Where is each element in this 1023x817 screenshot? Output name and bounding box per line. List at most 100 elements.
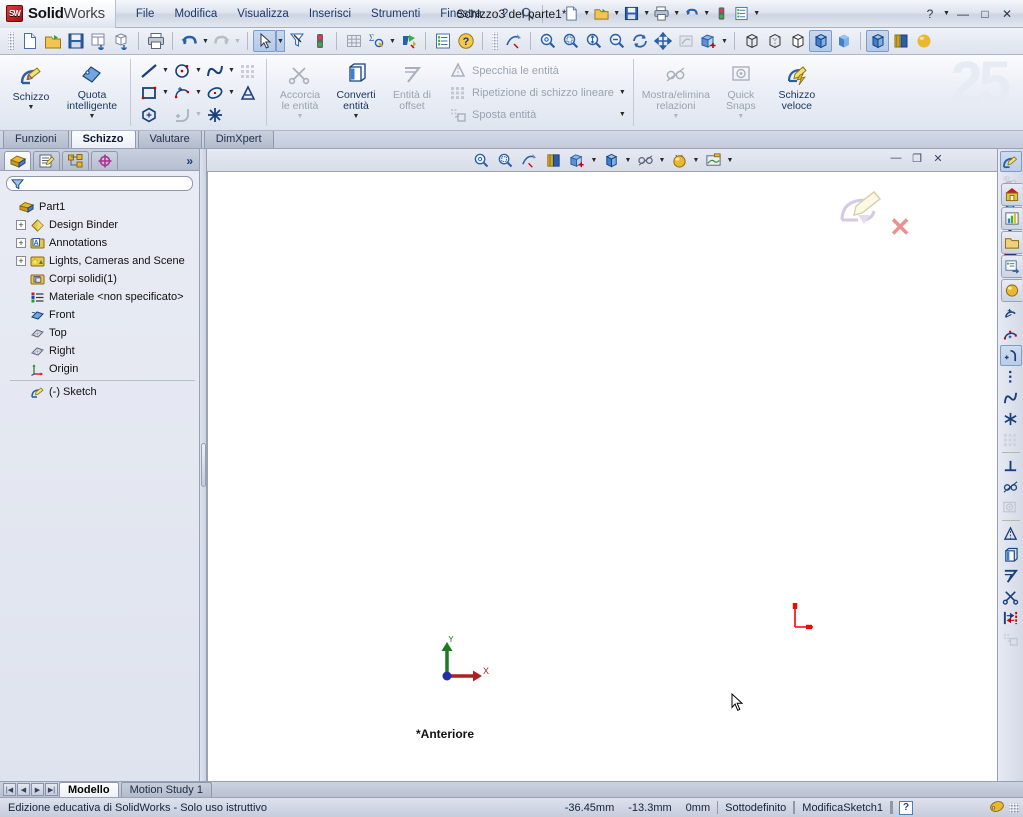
mass-properties-icon[interactable] bbox=[397, 30, 420, 52]
ribbon-convert-entities-button[interactable]: Converti entità ▼ bbox=[328, 57, 384, 128]
ribbon-trim-entities-button[interactable]: Accorcia le entità ▼ bbox=[272, 57, 328, 128]
print-icon[interactable] bbox=[652, 4, 671, 23]
view-heads-up-toolbar[interactable]: ▼ ▼ ▼ ▼ ▼ — ❐ ✕ bbox=[207, 149, 997, 171]
save-icon[interactable] bbox=[622, 4, 641, 23]
zoom-fit-icon[interactable] bbox=[536, 30, 559, 52]
resize-grip[interactable] bbox=[1009, 802, 1019, 813]
document-tab-bar[interactable]: |◀ ◀ ▶ ▶| Modello Motion Study 1 bbox=[0, 781, 1023, 797]
save-icon[interactable] bbox=[64, 30, 87, 52]
feature-manager-tabbar[interactable]: » bbox=[0, 149, 199, 171]
mirror-entities-icon[interactable] bbox=[1000, 523, 1022, 544]
quick-snaps-icon[interactable] bbox=[1000, 497, 1022, 518]
graphics-window-controls[interactable]: — ❐ ✕ bbox=[889, 151, 945, 165]
wireframe-icon[interactable] bbox=[740, 30, 763, 52]
tree-node-sketch[interactable]: (-) Sketch bbox=[6, 383, 199, 401]
tab-valutare[interactable]: Valutare bbox=[137, 130, 202, 148]
chevron-down-icon[interactable]: ▼ bbox=[752, 4, 761, 23]
task-pane-search[interactable] bbox=[1001, 255, 1022, 278]
display-style-icon[interactable] bbox=[600, 149, 623, 171]
splitter-knob[interactable] bbox=[200, 443, 206, 487]
chevron-down-icon[interactable]: ▼ bbox=[227, 61, 236, 80]
toolbar-grip[interactable] bbox=[8, 32, 14, 50]
tag-icon[interactable] bbox=[989, 799, 1005, 817]
tree-node-lights-cameras-scene[interactable]: + Lights, Cameras and Scene bbox=[6, 252, 199, 270]
graphics-minimize-button[interactable]: — bbox=[889, 151, 903, 165]
ribbon-group-pattern[interactable]: Specchia le entità Ripetizione di schizz… bbox=[443, 55, 631, 130]
menu-modifica[interactable]: Modifica bbox=[164, 4, 227, 24]
doc-tab-modello[interactable]: Modello bbox=[59, 782, 119, 797]
zoom-to-selection-icon[interactable] bbox=[605, 30, 628, 52]
menu-finestra[interactable]: Finestra bbox=[430, 4, 492, 24]
rectangle-icon[interactable] bbox=[137, 82, 161, 103]
appearance-sphere-icon[interactable] bbox=[912, 30, 935, 52]
chevron-down-icon[interactable]: ▼ bbox=[590, 151, 599, 170]
convert-entities-icon[interactable] bbox=[1000, 544, 1022, 565]
tree-node-origin[interactable]: Origin bbox=[6, 360, 199, 378]
sketch-pattern-icon[interactable] bbox=[1000, 429, 1022, 450]
rebuild-traffic-light-icon[interactable] bbox=[308, 30, 331, 52]
tab-dimxpert[interactable]: DimXpert bbox=[203, 130, 274, 148]
line-icon[interactable] bbox=[137, 60, 161, 81]
fm-tab-feature-tree[interactable] bbox=[4, 151, 31, 170]
centerpoint-arc-icon[interactable] bbox=[1000, 303, 1022, 324]
quick-access-toolbar[interactable]: ▼ ▼ ▼ ▼ ▼ ▼ bbox=[562, 4, 761, 23]
chevron-down-icon[interactable]: ▼ bbox=[942, 4, 951, 23]
tree-node-top-plane[interactable]: Top bbox=[6, 324, 199, 342]
new-document-icon[interactable] bbox=[18, 30, 41, 52]
tree-node-front-plane[interactable]: Front bbox=[6, 306, 199, 324]
ribbon-smart-dimension-button[interactable]: Quota intelligente ▼ bbox=[59, 57, 125, 128]
feature-tree-filter-input[interactable] bbox=[24, 176, 188, 191]
sketch-pattern-icon[interactable] bbox=[236, 60, 260, 81]
chevron-down-icon[interactable]: ▼ bbox=[227, 83, 236, 102]
spline-icon[interactable] bbox=[1000, 387, 1022, 408]
chevron-down-icon[interactable]: ▼ bbox=[658, 151, 667, 170]
ribbon-offset-entities-button[interactable]: Entità di offset bbox=[384, 57, 440, 128]
graphics-canvas-inner[interactable]: ✕ Y X *Anteriore bbox=[208, 172, 997, 781]
minimize-button[interactable]: — bbox=[953, 5, 973, 23]
ribbon-sketch-button[interactable]: Schizzo ▼ bbox=[3, 57, 59, 128]
spline-icon[interactable] bbox=[203, 60, 227, 81]
status-help-badge[interactable]: ? bbox=[899, 800, 913, 815]
tree-node-solid-bodies[interactable]: Corpi solidi(1) bbox=[6, 270, 199, 288]
tangent-arc-icon[interactable] bbox=[999, 345, 1022, 366]
tree-node-part1[interactable]: Part1 bbox=[6, 198, 199, 216]
command-manager-ribbon[interactable]: 25 Schizzo ▼ Quota intelligente ▼ ▼ ▼ ▼ … bbox=[0, 55, 1023, 131]
undo-icon[interactable] bbox=[178, 30, 201, 52]
fillet-icon[interactable] bbox=[170, 104, 194, 125]
centerline-star-icon[interactable] bbox=[1000, 408, 1022, 429]
chevron-down-icon[interactable]: ▼ bbox=[642, 4, 651, 23]
cancel-sketch-icon[interactable]: ✕ bbox=[889, 214, 911, 240]
tree-rollback-bar[interactable] bbox=[10, 380, 195, 381]
fm-tab-configuration-manager[interactable] bbox=[62, 151, 89, 170]
options-icon[interactable] bbox=[732, 4, 751, 23]
chevron-down-icon[interactable]: ▼ bbox=[28, 104, 35, 111]
display-style-icon[interactable] bbox=[866, 30, 889, 52]
graphics-close-button[interactable]: ✕ bbox=[931, 151, 945, 165]
graphics-canvas[interactable]: ✕ Y X *Anteriore bbox=[207, 171, 997, 781]
offset-entities-icon[interactable] bbox=[1000, 565, 1022, 586]
feature-tree-filter[interactable] bbox=[6, 176, 193, 191]
polygon-icon[interactable] bbox=[137, 104, 161, 125]
open-folder-icon[interactable] bbox=[592, 4, 611, 23]
hide-show-items-icon[interactable] bbox=[634, 149, 657, 171]
sketch-icon[interactable] bbox=[999, 151, 1022, 172]
chevron-down-icon[interactable]: ▼ bbox=[672, 4, 681, 23]
rotate-view-icon[interactable] bbox=[628, 30, 651, 52]
shaded-sketch-contours-icon[interactable] bbox=[502, 30, 525, 52]
tree-node-material[interactable]: Materiale <non specificato> bbox=[6, 288, 199, 306]
text-icon[interactable] bbox=[236, 82, 260, 103]
zoom-area-icon[interactable] bbox=[494, 149, 517, 171]
measure-icon[interactable]: Σ bbox=[365, 30, 388, 52]
chevron-down-icon[interactable]: ▼ bbox=[388, 32, 397, 51]
first-icon[interactable]: |◀ bbox=[3, 783, 16, 796]
new-document-icon[interactable] bbox=[562, 4, 581, 23]
task-pane[interactable] bbox=[1001, 183, 1023, 302]
chevron-down-icon[interactable]: ▼ bbox=[582, 4, 591, 23]
redo-icon[interactable] bbox=[210, 30, 233, 52]
chevron-down-icon[interactable]: ▼ bbox=[89, 113, 96, 120]
arc-3point-icon[interactable] bbox=[170, 82, 194, 103]
chevron-down-icon[interactable]: ▼ bbox=[692, 151, 701, 170]
task-pane-design-library[interactable] bbox=[1001, 207, 1022, 230]
chevron-down-icon[interactable]: ▼ bbox=[201, 32, 210, 51]
ribbon-linear-sketch-pattern[interactable]: Ripetizione di schizzo lineare ▼ bbox=[447, 82, 627, 104]
